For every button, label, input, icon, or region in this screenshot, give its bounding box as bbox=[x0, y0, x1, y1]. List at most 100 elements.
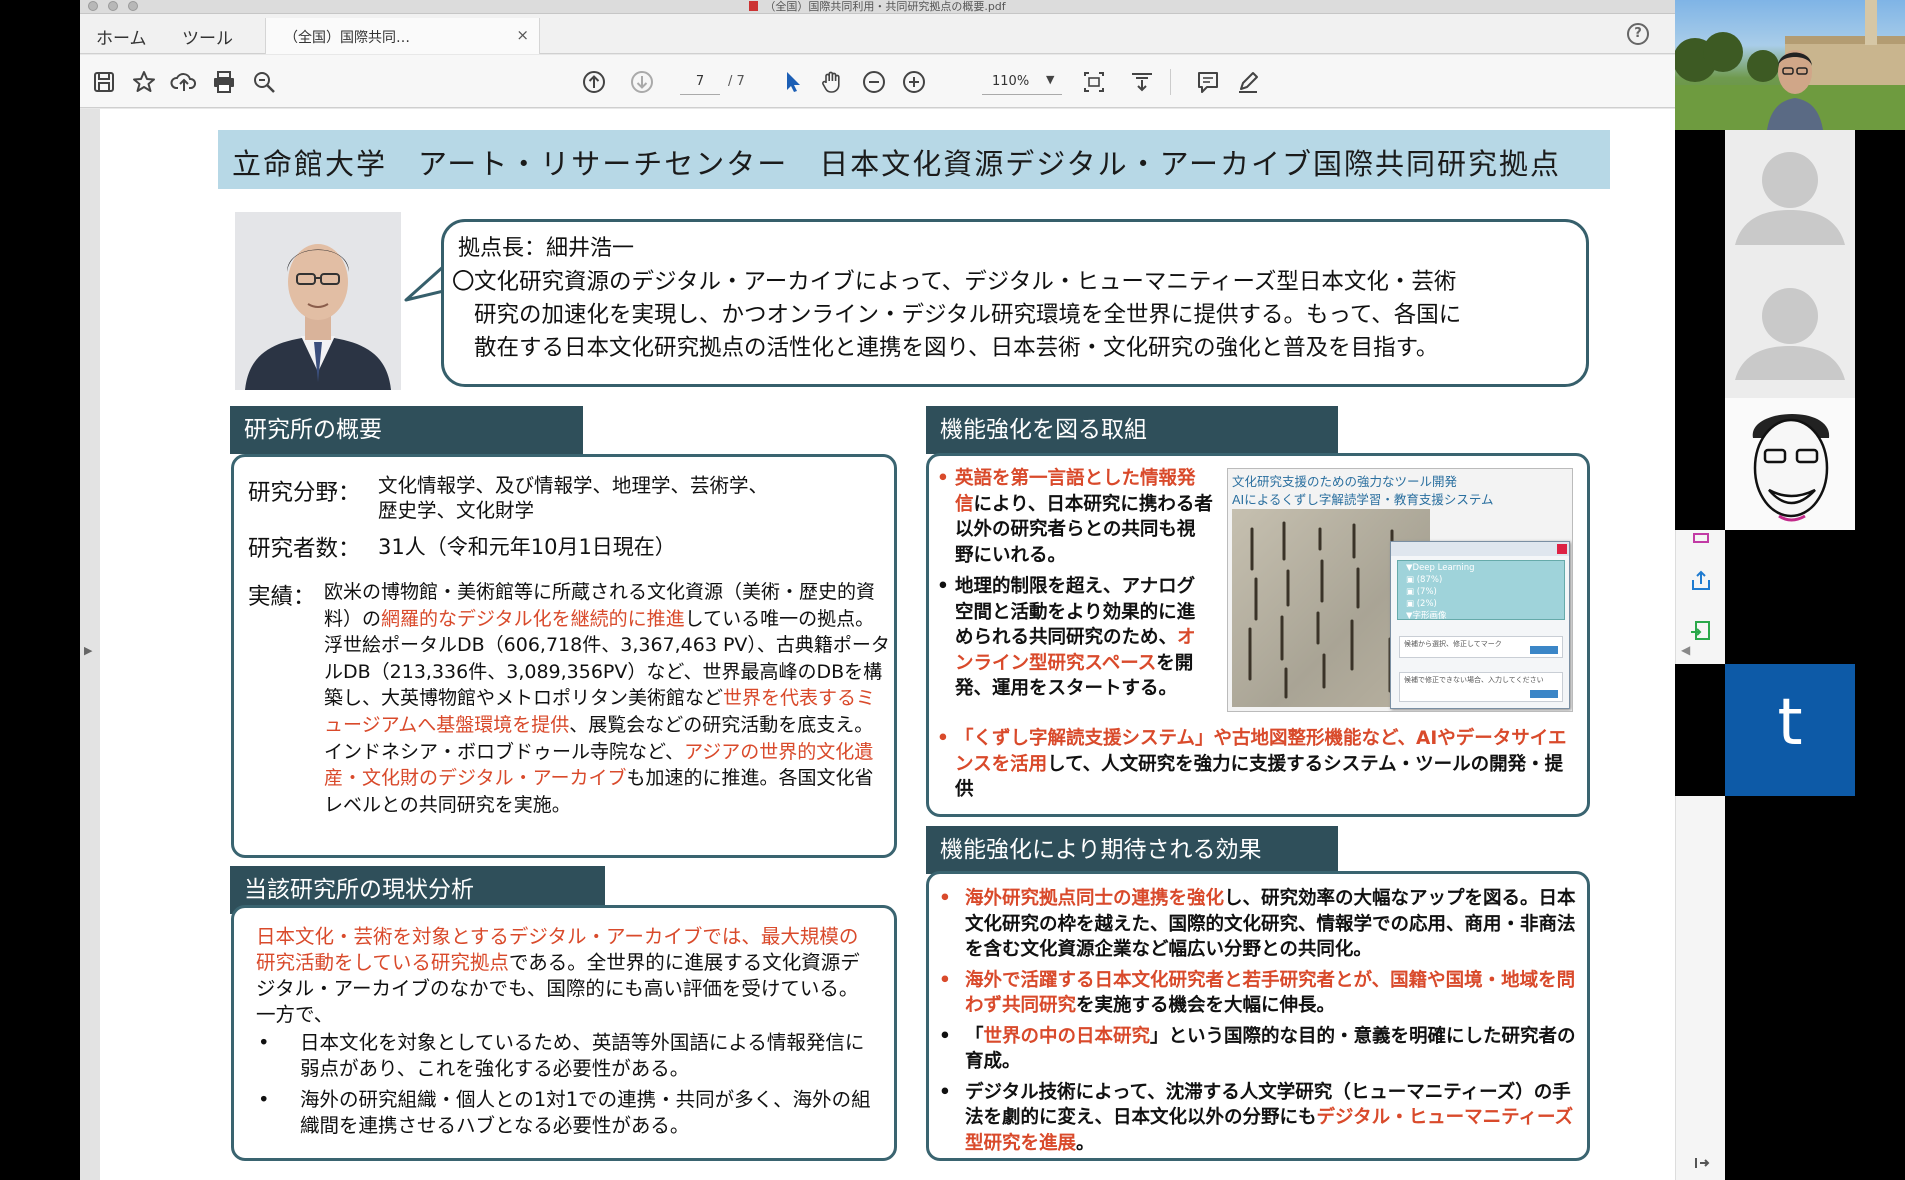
page-title-bar: 立命館大学 アート・リサーチセンター 日本文化資源デジタル・アーカイブ国際共同研… bbox=[218, 130, 1610, 189]
research-field-line: 歴史学、文化財学 bbox=[378, 499, 535, 522]
video-tile-host[interactable] bbox=[1675, 0, 1905, 130]
tab-document[interactable]: （全国）国際共同… × bbox=[265, 18, 540, 54]
director-speech-bubble: 拠点長：細井浩一 〇文化研究資源のデジタル・アーカイブによって、デジタル・ヒュー… bbox=[441, 219, 1589, 387]
current-analysis-bullets: 日本文化を対象としているため、英語等外国語による情報発信に弱点があり、これを強化… bbox=[256, 1030, 880, 1144]
export-pdf-icon[interactable] bbox=[1688, 618, 1714, 644]
researchers-value: 31人（令和元年10月1日現在） bbox=[378, 535, 676, 559]
tool-form-label: 候補で修正できない場合、入力してください bbox=[1404, 676, 1544, 684]
left-black-margin bbox=[0, 0, 80, 1180]
pdf-file-icon bbox=[749, 1, 759, 11]
fit-page-icon[interactable] bbox=[1080, 68, 1108, 96]
panel-row: ▣ (87%) bbox=[1406, 575, 1443, 585]
strengthening-list: 英語を第一言語とした情報発信により、日本研究に携わる者以外の研究者らとの共同も視… bbox=[935, 466, 1213, 708]
director-photo bbox=[235, 212, 401, 390]
page-number-input[interactable] bbox=[680, 69, 720, 95]
tool-dialog-title bbox=[1391, 542, 1569, 556]
video-tile-avatar[interactable] bbox=[1725, 270, 1855, 398]
bookmark-star-icon[interactable] bbox=[130, 68, 158, 96]
strengthening-box: 英語を第一言語とした情報発信により、日本研究に携わる者以外の研究者らとの共同も視… bbox=[926, 453, 1590, 817]
page-up-icon[interactable] bbox=[580, 68, 608, 96]
video-gap bbox=[1855, 130, 1905, 1180]
expected-effects-list: 海外研究拠点同士の連携を強化し、研究効率の大幅なアップを図る。日本文化研究の枠を… bbox=[935, 886, 1585, 1161]
pdf-page: 立命館大学 アート・リサーチセンター 日本文化資源デジタル・アーカイブ国際共同研… bbox=[100, 109, 1675, 1180]
zoom-in-icon[interactable] bbox=[900, 68, 928, 96]
upload-cloud-icon[interactable] bbox=[170, 68, 198, 96]
current-analysis-box: 日本文化・芸術を対象とするデジタル・アーカイブでは、最大規模の研究活動をしている… bbox=[231, 905, 897, 1161]
tool-form-button bbox=[1530, 646, 1558, 654]
tool-image-title: 文化研究支援のための強力なツール開発 bbox=[1232, 474, 1458, 489]
deep-learning-panel: ▼Deep Learning ▣ (87%) ▣ (7%) ▣ (2%) ▼字形… bbox=[1397, 560, 1565, 621]
researchers-label: 研究者数： bbox=[248, 536, 361, 562]
current-analysis-intro: 日本文化・芸術を対象とするデジタル・アーカイブでは、最大規模の研究活動をしている… bbox=[256, 924, 876, 1028]
zoom-search-icon[interactable] bbox=[250, 68, 278, 96]
panel-row: ▼字形画像 bbox=[1406, 611, 1447, 621]
overview-header: 研究所の概要 bbox=[230, 406, 583, 454]
acrobat-window: （全国）国際共同利用・共同研究拠点の概要.pdf ホーム ツール （全国）国際共… bbox=[80, 0, 1675, 1180]
tool-form: 候補から選択、修正してマーク bbox=[1399, 636, 1563, 658]
panel-row: ▣ (2%) bbox=[1406, 599, 1437, 609]
tool-form-button bbox=[1530, 690, 1558, 698]
tool-form: 候補で修正できない場合、入力してください bbox=[1399, 672, 1563, 702]
participant-initial: t bbox=[1777, 686, 1803, 760]
screen: （全国）国際共同利用・共同研究拠点の概要.pdf ホーム ツール （全国）国際共… bbox=[0, 0, 1905, 1180]
zoom-dropdown-icon[interactable]: ▼ bbox=[1046, 73, 1054, 86]
page-total: / 7 bbox=[728, 74, 745, 89]
tab-home[interactable]: ホーム bbox=[96, 24, 147, 49]
collapse-pane-icon[interactable] bbox=[1688, 1150, 1714, 1176]
tool-image-subtitle: AIによるくずし字解読学習・教育支援システム bbox=[1232, 492, 1494, 507]
share-export-icon[interactable] bbox=[1688, 568, 1714, 594]
panel-row: ▣ (7%) bbox=[1406, 587, 1437, 597]
strengthening-list-bottom: 「くずし字解読支援システム」や古地図整形機能など、AIやデータサイエンスを活用し… bbox=[935, 726, 1575, 809]
list-item: 地理的制限を超え、アナログ空間と活動をより効果的に進められる共同研究のため、オン… bbox=[935, 574, 1213, 702]
tool-form-label: 候補から選択、修正してマーク bbox=[1404, 640, 1502, 648]
close-tab-icon[interactable]: × bbox=[516, 26, 529, 44]
print-icon[interactable] bbox=[210, 68, 238, 96]
list-item: 「世界の中の日本研究」という国際的な目的・意義を明確にした研究者の育成。 bbox=[935, 1024, 1585, 1075]
document-viewer[interactable]: ▶ 立命館大学 アート・リサーチセンター 日本文化資源デジタル・アーカイブ国際共… bbox=[80, 109, 1675, 1180]
research-field-line: 文化情報学、及び情報学、地理学、芸術学、 bbox=[378, 474, 769, 497]
director-statement-line: 研究の加速化を実現し、かつオンライン・デジタル研究環境を全世界に提供する。もって… bbox=[474, 302, 1462, 328]
research-field-value: 文化情報学、及び情報学、地理学、芸術学、 歴史学、文化財学 bbox=[378, 473, 878, 523]
effect-segment: を実施する機会を大幅に伸長。 bbox=[1076, 995, 1336, 1016]
collapse-right-pane-icon[interactable]: ◀ bbox=[1681, 643, 1690, 657]
comment-icon[interactable] bbox=[1194, 68, 1222, 96]
research-field-label: 研究分野： bbox=[248, 480, 361, 506]
director-label: 拠点長：細井浩一 bbox=[458, 236, 635, 261]
results-label: 実績： bbox=[248, 584, 316, 610]
panel-row: ▼Deep Learning bbox=[1406, 563, 1475, 573]
zoom-out-icon[interactable] bbox=[860, 68, 888, 96]
page-down-icon[interactable] bbox=[628, 68, 656, 96]
list-item: 海外研究拠点同士の連携を強化し、研究効率の大幅なアップを図る。日本文化研究の枠を… bbox=[935, 886, 1585, 963]
video-tile-avatar[interactable] bbox=[1725, 130, 1855, 270]
expand-left-pane-icon[interactable]: ▶ bbox=[84, 644, 92, 657]
tool-dialog: ▼Deep Learning ▣ (87%) ▣ (7%) ▣ (2%) ▼字形… bbox=[1390, 541, 1570, 709]
overview-box: 研究分野： 文化情報学、及び情報学、地理学、芸術学、 歴史学、文化財学 研究者数… bbox=[231, 454, 897, 858]
title-bar: （全国）国際共同利用・共同研究拠点の概要.pdf bbox=[80, 0, 1675, 14]
list-item: 英語を第一言語とした情報発信により、日本研究に携わる者以外の研究者らとの共同も視… bbox=[935, 466, 1213, 568]
list-item: 海外で活躍する日本文化研究者と若手研究者とが、国籍や国境・地域を問わず共同研究を… bbox=[935, 968, 1585, 1019]
strengthening-header: 機能強化を図る取組 bbox=[926, 406, 1338, 454]
pen-icon[interactable] bbox=[1234, 68, 1262, 96]
strength-segment: により、日本研究に携わる者以外の研究者らとの共同も視野にいれる。 bbox=[955, 493, 1213, 566]
tab-bar: ホーム ツール （全国）国際共同… × ? bbox=[80, 14, 1675, 54]
organize-pages-icon[interactable] bbox=[1688, 528, 1714, 554]
page-title: 立命館大学 アート・リサーチセンター 日本文化資源デジタル・アーカイブ国際共同研… bbox=[232, 147, 1561, 181]
scroll-mode-icon[interactable] bbox=[1128, 68, 1156, 96]
tab-tools[interactable]: ツール bbox=[182, 24, 233, 49]
hand-icon[interactable] bbox=[818, 68, 846, 96]
list-item: 「くずし字解読支援システム」や古地図整形機能など、AIやデータサイエンスを活用し… bbox=[935, 726, 1575, 803]
video-tile-initial[interactable]: t bbox=[1725, 664, 1855, 796]
close-icon bbox=[1557, 544, 1567, 554]
video-tile-caricature[interactable] bbox=[1725, 398, 1855, 530]
list-item: 日本文化を対象としているため、英語等外国語による情報発信に弱点があり、これを強化… bbox=[256, 1030, 880, 1082]
help-icon[interactable]: ? bbox=[1627, 23, 1649, 45]
strength-segment: して、人文研究を強力に支援するシステム・ツールの開発・提供 bbox=[955, 753, 1564, 801]
effect-segment: 「 bbox=[965, 1025, 984, 1047]
strength-segment: 地理的制限を超え、アナログ空間と活動をより効果的に進められる共同研究のため、 bbox=[955, 576, 1196, 648]
list-item: デジタル技術によって、沈滞する人文学研究（ヒューマニティーズ）の手法を劇的に変え… bbox=[935, 1080, 1585, 1157]
effect-segment: 。 bbox=[1076, 1132, 1095, 1154]
save-icon[interactable] bbox=[90, 68, 118, 96]
window-title: （全国）国際共同利用・共同研究拠点の概要.pdf bbox=[80, 0, 1675, 13]
select-arrow-icon[interactable] bbox=[778, 68, 806, 96]
expected-effects-box: 海外研究拠点同士の連携を強化し、研究効率の大幅なアップを図る。日本文化研究の枠を… bbox=[926, 871, 1590, 1161]
